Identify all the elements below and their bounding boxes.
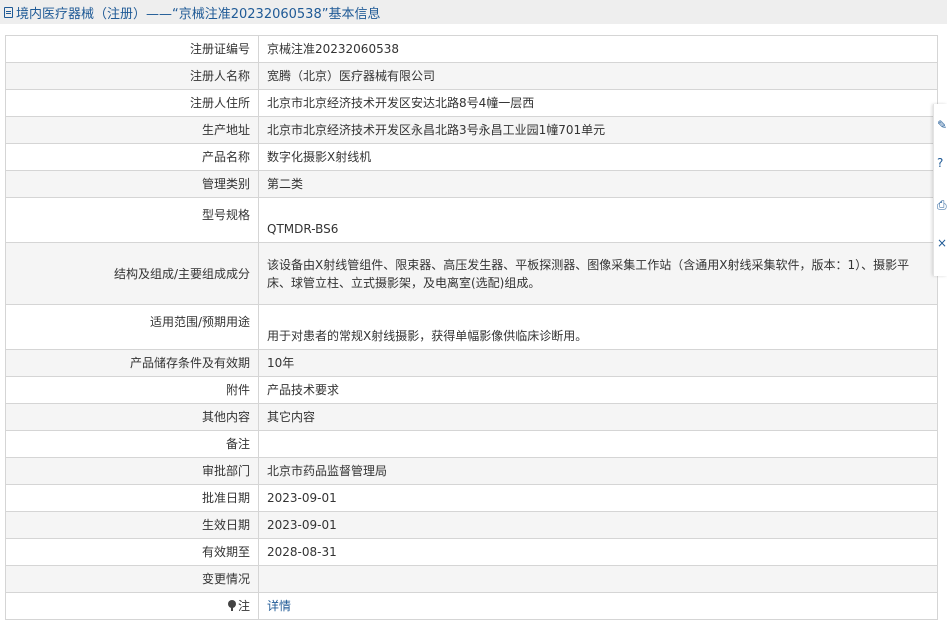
row-label-effective-date: 生效日期 (5, 511, 259, 539)
row-value-product-name: 数字化摄影X射线机 (258, 143, 938, 171)
side-toolbar: ✎ ? ⎙ × (933, 104, 947, 276)
row-value-registrant-name: 宽腾（北京）医疗器械有限公司 (258, 62, 938, 90)
row-label-model-spec: 型号规格 (5, 197, 259, 243)
table-row: 变更情况 (5, 565, 938, 593)
row-value-management-category: 第二类 (258, 170, 938, 198)
row-label-storage-validity: 产品储存条件及有效期 (5, 349, 259, 377)
table-row: 型号规格 QTMDR-BS6 (5, 197, 938, 243)
row-value-storage-validity: 10年 (258, 349, 938, 377)
table-row: 注册人名称 宽腾（北京）医疗器械有限公司 (5, 62, 938, 90)
row-label-management-category: 管理类别 (5, 170, 259, 198)
table-row: 附件 产品技术要求 (5, 376, 938, 404)
print-icon[interactable]: ⎙ (937, 198, 947, 212)
table-row: 结构及组成/主要组成成分 该设备由X射线管组件、限束器、高压发生器、平板探测器、… (5, 242, 938, 305)
row-value-model-spec: QTMDR-BS6 (258, 197, 938, 243)
row-value-other-content: 其它内容 (258, 403, 938, 431)
details-link[interactable]: 详情 (267, 599, 291, 613)
row-label-note: 注 (5, 592, 259, 620)
table-row: 审批部门 北京市药品监督管理局 (5, 457, 938, 485)
row-label-valid-until: 有效期至 (5, 538, 259, 566)
row-label-production-address: 生产地址 (5, 116, 259, 144)
row-label-approval-date: 批准日期 (5, 484, 259, 512)
row-value-change-history (258, 565, 938, 593)
row-value-production-address: 北京市北京经济技术开发区永昌北路3号永昌工业园1幢701单元 (258, 116, 938, 144)
row-value-approval-department: 北京市药品监督管理局 (258, 457, 938, 485)
note-label-text: 注 (237, 599, 250, 613)
row-value-effective-date: 2023-09-01 (258, 511, 938, 539)
table-row: 产品储存条件及有效期 10年 (5, 349, 938, 377)
table-row: 生产地址 北京市北京经济技术开发区永昌北路3号永昌工业园1幢701单元 (5, 116, 938, 144)
help-icon[interactable]: ? (937, 156, 947, 170)
row-label-product-name: 产品名称 (5, 143, 259, 171)
row-label-attachment: 附件 (5, 376, 259, 404)
edit-icon[interactable]: ✎ (937, 118, 947, 132)
table-row: 注 详情 (5, 592, 938, 620)
row-label-structure-composition: 结构及组成/主要组成成分 (5, 242, 259, 305)
table-row: 备注 (5, 430, 938, 458)
row-label-other-content: 其他内容 (5, 403, 259, 431)
row-value-note: 详情 (258, 592, 938, 620)
table-row: 适用范围/预期用途 用于对患者的常规X射线摄影，获得单幅影像供临床诊断用。 (5, 304, 938, 350)
row-value-intended-use: 用于对患者的常规X射线摄影，获得单幅影像供临床诊断用。 (258, 304, 938, 350)
table-row: 注册人住所 北京市北京经济技术开发区安达北路8号4幢一层西 (5, 89, 938, 117)
page-title-bar: 境内医疗器械（注册）——“京械注准20232060538”基本信息 (0, 0, 947, 24)
pin-icon (227, 600, 236, 611)
row-label-registration-number: 注册证编号 (5, 35, 259, 63)
row-label-change-history: 变更情况 (5, 565, 259, 593)
row-label-intended-use: 适用范围/预期用途 (5, 304, 259, 350)
row-value-remarks (258, 430, 938, 458)
row-value-attachment: 产品技术要求 (258, 376, 938, 404)
table-row: 产品名称 数字化摄影X射线机 (5, 143, 938, 171)
row-label-registrant-name: 注册人名称 (5, 62, 259, 90)
page-title: 境内医疗器械（注册）——“京械注准20232060538”基本信息 (16, 6, 381, 22)
table-row: 生效日期 2023-09-01 (5, 511, 938, 539)
table-row: 批准日期 2023-09-01 (5, 484, 938, 512)
close-icon[interactable]: × (937, 236, 947, 250)
row-value-registration-number: 京械注准20232060538 (258, 35, 938, 63)
table-row: 管理类别 第二类 (5, 170, 938, 198)
document-icon (4, 6, 13, 18)
registration-info-table: 注册证编号 京械注准20232060538 注册人名称 宽腾（北京）医疗器械有限… (5, 35, 938, 620)
row-label-registrant-address: 注册人住所 (5, 89, 259, 117)
row-label-approval-department: 审批部门 (5, 457, 259, 485)
table-row: 其他内容 其它内容 (5, 403, 938, 431)
row-label-remarks: 备注 (5, 430, 259, 458)
row-value-structure-composition: 该设备由X射线管组件、限束器、高压发生器、平板探测器、图像采集工作站（含通用X射… (258, 242, 938, 305)
row-value-approval-date: 2023-09-01 (258, 484, 938, 512)
table-row: 有效期至 2028-08-31 (5, 538, 938, 566)
row-value-registrant-address: 北京市北京经济技术开发区安达北路8号4幢一层西 (258, 89, 938, 117)
row-value-valid-until: 2028-08-31 (258, 538, 938, 566)
table-row: 注册证编号 京械注准20232060538 (5, 35, 938, 63)
